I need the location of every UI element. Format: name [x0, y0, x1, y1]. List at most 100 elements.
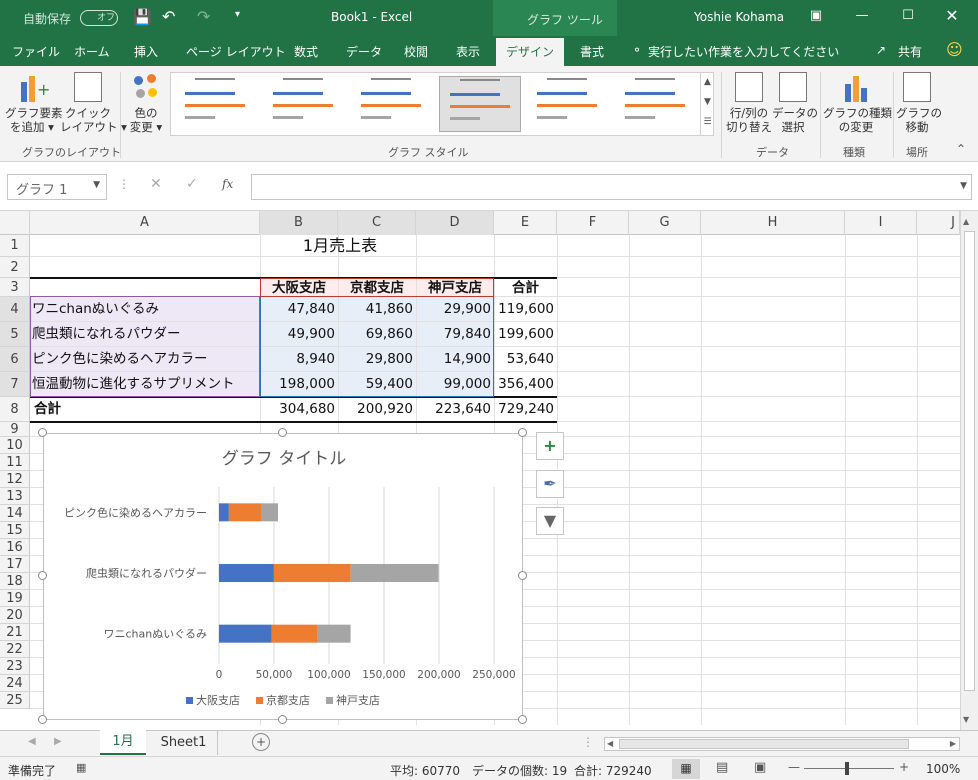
tell-me-box[interactable]: 実行したい作業を入力してください	[648, 43, 839, 60]
row-header-1[interactable]: 1	[0, 235, 30, 257]
formula-input[interactable]: ▼	[251, 174, 972, 200]
resize-handle-tr[interactable]	[518, 428, 527, 437]
select-all[interactable]	[0, 211, 30, 235]
change-chart-type-button[interactable]: グラフの種類 の変更	[823, 70, 892, 134]
sheet-tab-jan[interactable]: 1月	[100, 730, 146, 755]
minimize-icon[interactable]: —	[852, 8, 872, 26]
row-header-23[interactable]: 23	[0, 658, 30, 675]
chart-style-4[interactable]	[439, 76, 521, 132]
user-name[interactable]: Yoshie Kohama	[694, 10, 784, 24]
scroll-up-icon[interactable]: ▲	[963, 217, 969, 226]
row-header-16[interactable]: 16	[0, 539, 30, 556]
zoom-in-icon[interactable]: +	[899, 760, 909, 774]
row-header-11[interactable]: 11	[0, 454, 30, 471]
total-cell[interactable]: 729,240	[494, 397, 554, 421]
row-header-21[interactable]: 21	[0, 624, 30, 641]
row-header-10[interactable]: 10	[0, 437, 30, 454]
cell-a1-title[interactable]: 1月売上表	[30, 235, 650, 257]
scroll-left-icon[interactable]: ◀	[607, 739, 613, 748]
resize-handle-b[interactable]	[278, 715, 287, 724]
resize-handle-br[interactable]	[518, 715, 527, 724]
horizontal-scrollbar[interactable]: ◀ ▶	[604, 737, 960, 751]
macro-record-icon[interactable]: ▦	[76, 761, 86, 774]
row-header-24[interactable]: 24	[0, 675, 30, 692]
chart-title[interactable]: グラフ タイトル	[222, 449, 346, 469]
name-box[interactable]: グラフ 1 ▼	[7, 174, 107, 200]
move-chart-button[interactable]: グラフの 移動	[896, 70, 942, 134]
total-cell[interactable]: 200,920	[338, 397, 413, 421]
row-header-9[interactable]: 9	[0, 422, 30, 437]
expand-formula-icon[interactable]: ▼	[960, 181, 967, 191]
chart-area[interactable]: グラフ タイトル 0 50,000 100,000 150,000 200,000 250…	[43, 433, 523, 720]
resize-handle-l[interactable]	[38, 571, 47, 580]
sheet-prev-icon[interactable]: ◀	[28, 736, 36, 747]
qat-customize-icon[interactable]: ▾	[235, 9, 240, 20]
share-icon[interactable]: ↗	[876, 43, 886, 57]
name-box-dropdown-icon[interactable]: ▼	[93, 180, 100, 190]
tab-formulas[interactable]: 数式	[294, 43, 318, 60]
row-header-6[interactable]: 6	[0, 347, 30, 372]
sheet-next-icon[interactable]: ▶	[54, 736, 62, 747]
row-header-20[interactable]: 20	[0, 607, 30, 624]
col-header-a[interactable]: A	[30, 211, 260, 235]
row-header-17[interactable]: 17	[0, 556, 30, 573]
vertical-scrollbar[interactable]: ▲ ▼	[960, 211, 978, 730]
row-header-8[interactable]: 8	[0, 397, 30, 422]
chart-style-3[interactable]	[351, 76, 433, 132]
enter-icon[interactable]: ✓	[186, 176, 198, 192]
chart-style-5[interactable]	[527, 76, 609, 132]
row-header-14[interactable]: 14	[0, 505, 30, 522]
insert-function-icon[interactable]: fx	[222, 177, 233, 191]
page-layout-view-icon[interactable]: ▤	[716, 760, 728, 775]
col-header-i[interactable]: I	[845, 211, 917, 235]
row-header-4[interactable]: 4	[0, 297, 30, 322]
scroll-down-icon[interactable]: ▼	[963, 715, 969, 724]
tab-design[interactable]: デザイン	[496, 38, 564, 66]
sheet-tab-sheet1[interactable]: Sheet1	[150, 731, 218, 755]
table-cell[interactable]: 356,400	[494, 372, 554, 396]
chart-styles-brush-icon[interactable]: ✒	[536, 470, 564, 498]
tell-me-icon[interactable]: ⚬	[632, 43, 642, 57]
tab-review[interactable]: 校閲	[404, 43, 428, 60]
resize-handle-t[interactable]	[278, 428, 287, 437]
chart-elements-plus-icon[interactable]: +	[536, 432, 564, 460]
switch-row-col-button[interactable]: 行/列の 切り替え	[726, 70, 772, 134]
tab-format[interactable]: 書式	[580, 43, 604, 60]
zoom-slider[interactable]	[804, 768, 894, 769]
chart-style-2[interactable]	[263, 76, 345, 132]
resize-handle-bl[interactable]	[38, 715, 47, 724]
page-break-view-icon[interactable]: ▣	[754, 760, 766, 775]
row-header-7[interactable]: 7	[0, 372, 30, 397]
vertical-scroll-thumb[interactable]	[964, 231, 975, 691]
quick-layout-button[interactable]: クイック レイアウト ▾	[60, 70, 127, 134]
share-button[interactable]: 共有	[898, 43, 922, 60]
col-header-b[interactable]: B	[260, 211, 338, 235]
row-header-15[interactable]: 15	[0, 522, 30, 539]
resize-handle-r[interactable]	[518, 571, 527, 580]
row-header-25[interactable]: 25	[0, 692, 30, 709]
maximize-icon[interactable]: ☐	[898, 8, 918, 26]
tab-insert[interactable]: 挿入	[134, 43, 158, 60]
row-header-13[interactable]: 13	[0, 488, 30, 505]
cancel-icon[interactable]: ✕	[150, 176, 162, 192]
row-header-18[interactable]: 18	[0, 573, 30, 590]
total-cell[interactable]: 223,640	[416, 397, 491, 421]
ribbon-display-icon[interactable]: ▣	[806, 8, 826, 26]
save-icon[interactable]: 💾	[133, 8, 152, 26]
total-cell[interactable]: 304,680	[260, 397, 335, 421]
chart-style-1[interactable]	[175, 76, 257, 132]
col-header-j[interactable]: J	[917, 211, 960, 235]
gallery-scroll[interactable]: ▲ ▼ ☰	[700, 72, 714, 136]
table-cell[interactable]: 119,600	[494, 297, 554, 321]
total-label[interactable]: 合計	[34, 397, 254, 421]
undo-icon[interactable]: ↶	[162, 7, 175, 26]
table-cell[interactable]: 53,640	[494, 347, 554, 371]
redo-icon[interactable]: ↷	[197, 7, 210, 26]
col-header-d[interactable]: D	[416, 211, 494, 235]
change-colors-button[interactable]: 色の 変更 ▾	[124, 70, 168, 134]
autosave-toggle[interactable]: オフ	[80, 10, 118, 26]
tab-file[interactable]: ファイル	[12, 43, 60, 60]
smiley-icon[interactable]: ☺	[946, 40, 963, 59]
tab-page-layout[interactable]: ページ レイアウト	[186, 43, 286, 60]
table-header-3[interactable]: 合計	[494, 278, 557, 298]
